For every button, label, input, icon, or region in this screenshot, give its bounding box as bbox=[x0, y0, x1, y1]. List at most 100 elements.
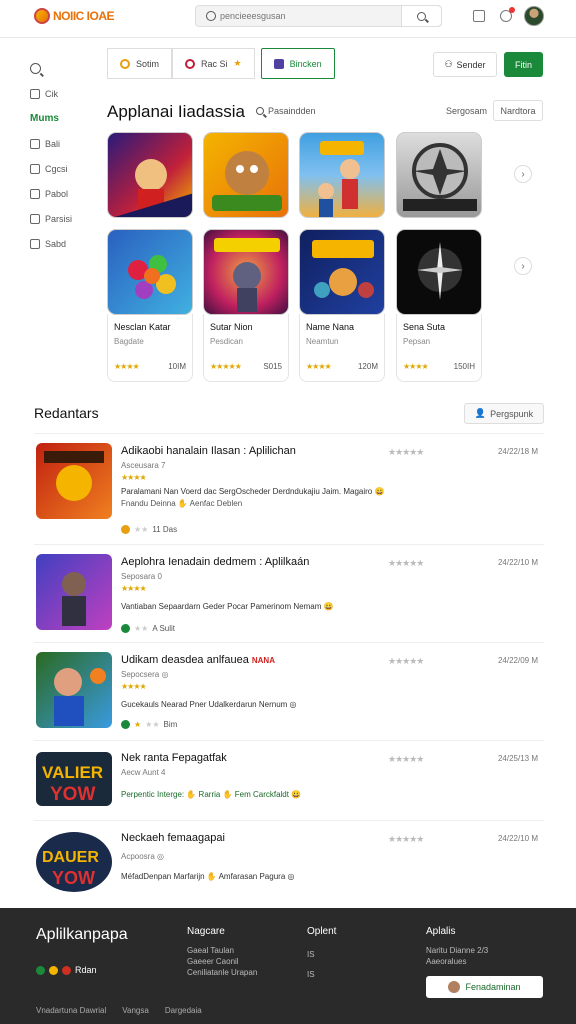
app-tile[interactable] bbox=[107, 132, 193, 218]
footer-heading: Nagcare bbox=[187, 926, 225, 937]
app-rating: ★★★★ bbox=[403, 362, 429, 371]
svg-text:YOW: YOW bbox=[50, 784, 95, 805]
footer-link[interactable]: Ceniliatanle Urapan bbox=[187, 967, 257, 978]
app-tile[interactable] bbox=[203, 132, 289, 218]
social-icon[interactable] bbox=[62, 965, 71, 975]
sidebar-item-sabd[interactable]: Sabd bbox=[30, 231, 90, 256]
sidebar-item-mums[interactable]: Mums bbox=[30, 106, 90, 131]
app-tile[interactable] bbox=[107, 229, 193, 315]
filter-action-button[interactable]: Fitin bbox=[504, 52, 543, 77]
footer-link[interactable]: Gaeeer Caonil bbox=[187, 956, 257, 967]
review-body: MéfadDenpan Marfarijn ✋ Amfarasan Pagura… bbox=[121, 872, 295, 881]
sidebar-item-search[interactable] bbox=[30, 56, 90, 81]
search-icon bbox=[256, 107, 264, 115]
sort-button[interactable]: ⚇ Sender bbox=[433, 52, 497, 77]
sidebar-item-cik[interactable]: Cik bbox=[30, 81, 90, 106]
app-rating: ★★★★ bbox=[114, 362, 140, 371]
footer-link[interactable]: Naritu Dianne 2/3 bbox=[426, 945, 488, 956]
footer-cta-button[interactable]: Fenadaminan bbox=[426, 976, 543, 998]
review-row[interactable]: DAUER YOW Neckaeh femaagapai Acpoosra ◎ M… bbox=[34, 820, 544, 906]
filter-chip-bincken[interactable]: Bincken bbox=[260, 48, 335, 79]
footer-bottom-link[interactable]: Vnadartuna Dawrial bbox=[36, 1006, 106, 1015]
review-tag: NANA bbox=[251, 656, 275, 665]
review-rating-gray: ★★★★★ bbox=[388, 558, 424, 568]
app-tile[interactable] bbox=[299, 132, 385, 218]
review-row[interactable]: Udikam deasdea anlfauea NANA Sepocsera ◎… bbox=[34, 642, 544, 740]
app-card[interactable]: Sutar Nion Pesdican ★★★★★ S015 bbox=[203, 314, 289, 382]
carousel-next-button[interactable]: › bbox=[514, 165, 532, 183]
social-icon[interactable] bbox=[36, 965, 45, 975]
review-date: 24/22/18 M bbox=[497, 447, 538, 456]
footer-link[interactable]: Aaeoralues bbox=[426, 956, 488, 967]
app-tile[interactable] bbox=[299, 229, 385, 315]
svg-text:YOW: YOW bbox=[52, 868, 95, 888]
app-card[interactable]: Name Nana Neamtun ★★★★ 120M bbox=[299, 314, 385, 382]
review-row[interactable]: Adikaobi hanalain Ilasan : Aplilichan As… bbox=[34, 433, 544, 543]
social-icon[interactable] bbox=[49, 965, 58, 975]
review-row[interactable]: VALIER YOW Nek ranta Fepagatfak Aecw Aunt… bbox=[34, 740, 544, 820]
review-footer: ★ ★★ Bim bbox=[121, 720, 177, 729]
sidebar-item-parsisi[interactable]: Parsisi bbox=[30, 206, 90, 231]
footer-link[interactable]: Gaeal Taulan bbox=[187, 945, 257, 956]
filter-chip-racsi[interactable]: Rac Si ★ bbox=[172, 48, 255, 79]
app-tile[interactable] bbox=[203, 229, 289, 315]
avatar[interactable] bbox=[524, 6, 544, 26]
footer-link[interactable]: IS bbox=[307, 965, 336, 985]
sidebar-item-bali[interactable]: Bali bbox=[30, 131, 90, 156]
footer-column: Oplent IS IS bbox=[307, 926, 336, 985]
review-stars: ★★★★ bbox=[121, 584, 147, 593]
app-card[interactable]: Sena Suta Pepsan ★★★★ 150IH bbox=[396, 314, 482, 382]
reviews-button-label: Pergspunk bbox=[490, 408, 534, 419]
search-button[interactable] bbox=[401, 6, 441, 26]
app-name: Nesclan Katar bbox=[114, 322, 171, 332]
game-art-image bbox=[318, 141, 364, 217]
target-icon bbox=[185, 58, 196, 69]
sidebar-item-label: Mums bbox=[30, 113, 59, 124]
review-rating-gray: ★★★★★ bbox=[388, 754, 424, 764]
search-input[interactable] bbox=[220, 11, 410, 21]
footer-brand: Aplilkanpapa bbox=[36, 926, 128, 943]
key-icon bbox=[120, 58, 130, 69]
app-tile[interactable] bbox=[396, 229, 482, 315]
reviews-filter-button[interactable]: 👤 Pergspunk bbox=[464, 403, 544, 424]
carousel-next-button[interactable]: › bbox=[514, 257, 532, 275]
filter-chip-sotim[interactable]: Sotim bbox=[107, 48, 173, 79]
chip-label: Rac Si bbox=[201, 58, 228, 69]
game-art-image bbox=[312, 240, 374, 298]
section-more-button[interactable]: Nardtora bbox=[493, 100, 543, 121]
review-footer-2: ★★ 11 Das bbox=[121, 525, 177, 534]
search-icon bbox=[30, 63, 41, 74]
review-date: 24/25/13 M bbox=[497, 754, 538, 763]
app-name: Sutar Nion bbox=[210, 322, 253, 332]
folder-icon[interactable] bbox=[473, 10, 485, 22]
review-meta: Asceusara 7 bbox=[121, 461, 166, 470]
sidebar-item-cgcsi[interactable]: Cgcsi bbox=[30, 156, 90, 181]
like-icon bbox=[121, 720, 130, 729]
footer-social: Rdan bbox=[36, 965, 97, 975]
sidebar-item-label: Cgcsi bbox=[45, 163, 68, 174]
footer-bottom-link[interactable]: Dargedaia bbox=[165, 1006, 202, 1015]
game-art-image bbox=[128, 255, 176, 299]
app-count: 10IM bbox=[168, 362, 186, 371]
coin-icon bbox=[121, 525, 130, 534]
app-tile[interactable] bbox=[396, 132, 482, 218]
notification-badge bbox=[509, 7, 515, 13]
review-meta: Seposara 0 bbox=[121, 572, 162, 581]
review-thumbnail bbox=[36, 443, 112, 519]
section-search[interactable]: Pasaindden bbox=[256, 106, 316, 116]
sidebar-item-label: Parsisi bbox=[45, 213, 73, 224]
avatar-icon bbox=[448, 981, 461, 993]
review-meta: Acpoosra ◎ bbox=[121, 852, 164, 861]
section-sort-label[interactable]: Sergosam bbox=[446, 106, 487, 116]
star-icon: ★ bbox=[233, 58, 242, 68]
app-card[interactable]: Nesclan Katar Bagdate ★★★★ 10IM bbox=[107, 314, 193, 382]
review-row[interactable]: Aeplohra Ienadain dedmem : Aplilkaán Sep… bbox=[34, 544, 544, 642]
footer-link[interactable]: IS bbox=[307, 945, 336, 965]
app-logo[interactable]: NOIIC IOAE bbox=[34, 7, 115, 25]
review-stars: ★★★★ bbox=[121, 682, 147, 691]
sidebar-item-pabol[interactable]: Pabol bbox=[30, 181, 90, 206]
app-count: S015 bbox=[263, 362, 282, 371]
review-stars: ★★★★ bbox=[121, 473, 147, 482]
footer-bottom-link[interactable]: Vangsa bbox=[122, 1006, 149, 1015]
top-bar: NOIIC IOAE bbox=[0, 0, 576, 38]
